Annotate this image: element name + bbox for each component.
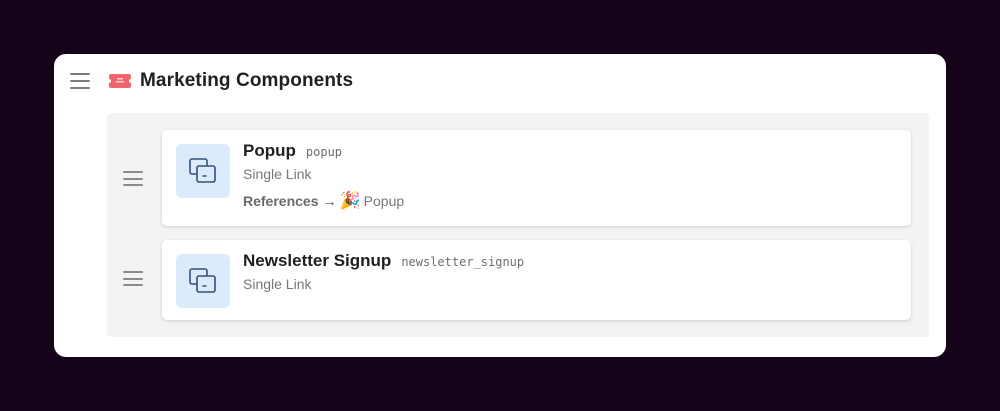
- component-name: Newsletter Signup: [243, 251, 392, 270]
- references-label: References: [243, 193, 319, 209]
- component-key: newsletter_signup: [401, 255, 525, 269]
- component-details: Newsletter Signup newsletter_signup Sing…: [243, 251, 524, 292]
- component-type: Single Link: [243, 166, 312, 182]
- arrow-right-icon: →: [322, 193, 337, 209]
- section-header: Marketing Components: [70, 66, 353, 96]
- component-item-popup[interactable]: Popup popup Single Link References → 🎉 P…: [162, 130, 911, 226]
- components-list: Popup popup Single Link References → 🎉 P…: [107, 113, 929, 337]
- component-icon: [176, 144, 230, 198]
- component-icon: [176, 254, 230, 308]
- references-target[interactable]: Popup: [364, 193, 404, 209]
- component-item-newsletter-signup[interactable]: Newsletter Signup newsletter_signup Sing…: [162, 240, 911, 320]
- row-drag-handle-icon[interactable]: [123, 171, 143, 186]
- ticket-icon: [108, 73, 132, 89]
- component-key: popup: [305, 145, 343, 159]
- component-details: Popup popup Single Link References → 🎉 P…: [243, 141, 404, 211]
- component-references: References → 🎉 Popup: [243, 191, 404, 211]
- row-drag-handle-icon[interactable]: [123, 271, 143, 286]
- component-type: Single Link: [243, 276, 312, 292]
- section-title: Marketing Components: [140, 70, 354, 91]
- component-name: Popup: [243, 141, 296, 160]
- party-popper-icon: 🎉: [339, 191, 361, 210]
- marketing-components-card: Marketing Components Popup popup Single …: [54, 54, 946, 357]
- drag-handle-icon[interactable]: [70, 73, 90, 89]
